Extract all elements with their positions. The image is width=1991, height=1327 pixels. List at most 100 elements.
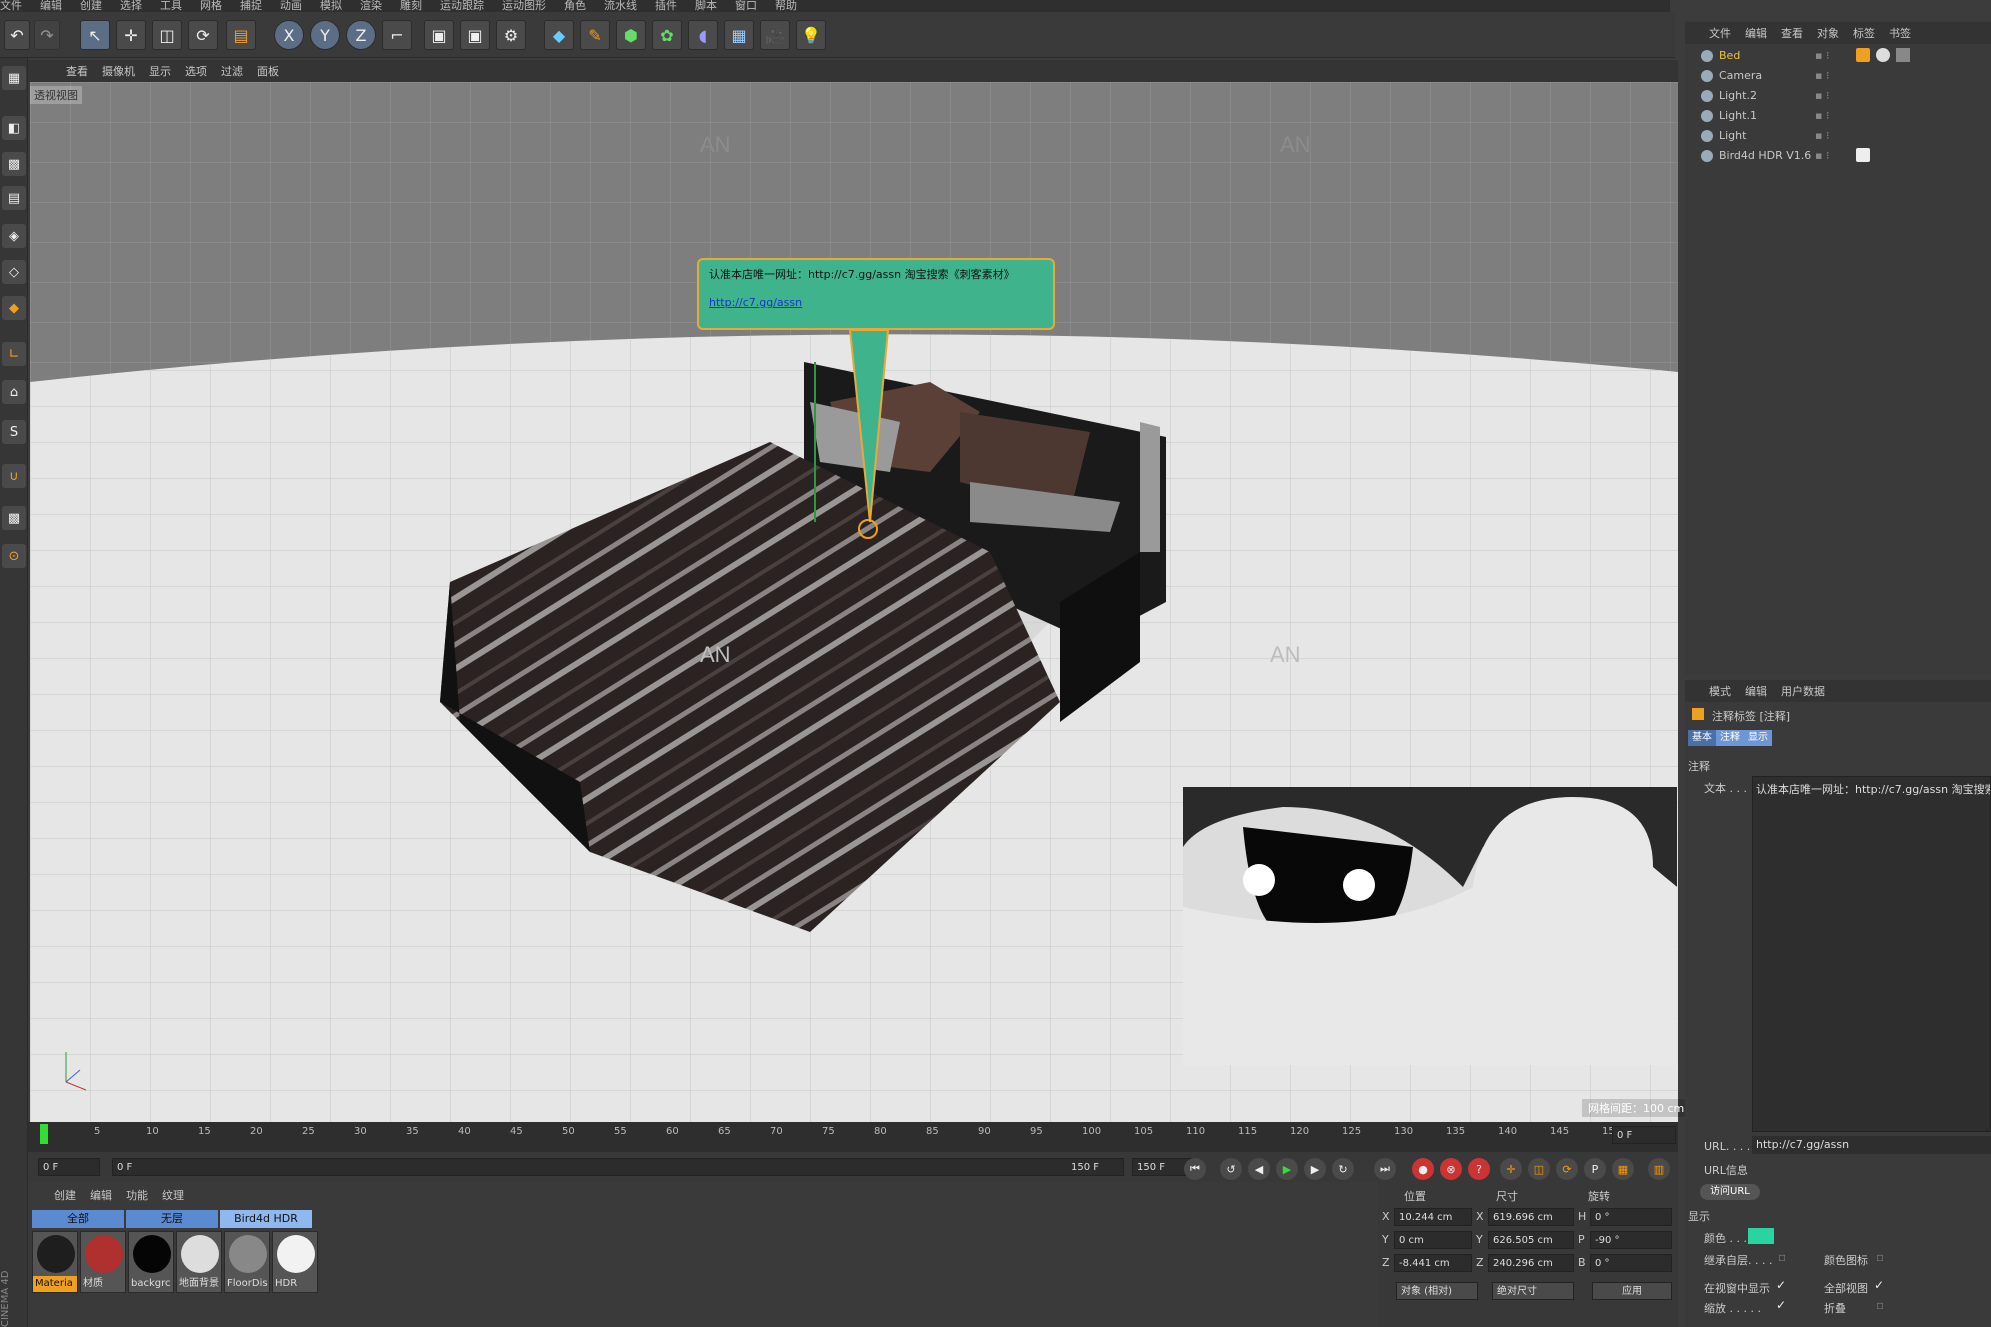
annotation-text-field[interactable]: 认准本店唯一网址：http://c7.gg/assn 淘宝搜索	[1752, 776, 1991, 1132]
key-position-icon[interactable]: ✛	[1500, 1158, 1522, 1180]
x-axis-button[interactable]: X	[274, 20, 304, 50]
object-menu-item[interactable]: 查看	[1781, 25, 1803, 41]
floor-icon[interactable]: ▦	[724, 20, 754, 50]
playhead[interactable]	[40, 1124, 48, 1144]
phong-tag-icon[interactable]	[1876, 48, 1890, 62]
position-field[interactable]: 10.244 cm	[1394, 1208, 1472, 1226]
workplane-icon[interactable]: ▤	[2, 186, 26, 210]
menu-item-1[interactable]: 编辑	[40, 0, 62, 12]
material-menu-item[interactable]: 创建	[54, 1187, 76, 1203]
recent-tool-icon[interactable]: ▤	[226, 20, 256, 50]
viewport-menu-item[interactable]: 显示	[149, 63, 171, 79]
texture-mode-icon[interactable]: ▩	[2, 152, 26, 176]
play-icon[interactable]: ▶	[1276, 1158, 1298, 1180]
autokey-icon[interactable]: ⊗	[1440, 1158, 1462, 1180]
next-frame-icon[interactable]: ▶	[1304, 1158, 1326, 1180]
visibility-flags-icon[interactable]: ▪ ⁝	[1815, 107, 1829, 125]
object-row[interactable]: Light ▪ ⁝	[1695, 127, 1991, 145]
inherit-layer-checkbox[interactable]: ▫	[1778, 1250, 1786, 1264]
visibility-flags-icon[interactable]: ▪ ⁝	[1815, 47, 1829, 65]
grid-snap-icon[interactable]: ▩	[2, 506, 26, 530]
tweak-mode-icon[interactable]: ⌂	[2, 380, 26, 404]
start-frame-field[interactable]: 0 F	[38, 1158, 100, 1176]
live-selection-icon[interactable]: ↖	[80, 20, 110, 50]
object-menu-item[interactable]: 对象	[1817, 25, 1839, 41]
z-axis-button[interactable]: Z	[346, 20, 376, 50]
size-field[interactable]: 619.696 cm	[1488, 1208, 1574, 1226]
axis-mode-icon[interactable]: ∟	[2, 342, 26, 366]
menu-item-11[interactable]: 运动跟踪	[440, 0, 484, 12]
menu-item-13[interactable]: 角色	[564, 0, 586, 12]
mat-tab-all[interactable]: 全部	[32, 1210, 124, 1228]
object-menu-item[interactable]: 文件	[1709, 25, 1731, 41]
menu-item-14[interactable]: 流水线	[604, 0, 637, 12]
visit-url-button[interactable]: 访问URL	[1700, 1184, 1760, 1200]
prev-frame-icon[interactable]: ◀	[1248, 1158, 1270, 1180]
attr-tab-display[interactable]: 显示	[1744, 730, 1772, 746]
attribute-menu-item[interactable]: 用户数据	[1781, 683, 1825, 699]
menu-item-10[interactable]: 雕刻	[400, 0, 422, 12]
render-settings-icon[interactable]: ⚙	[496, 20, 526, 50]
object-row[interactable]: Bird4d HDR V1.6 ▪ ⁝	[1695, 147, 1991, 165]
cube-icon[interactable]: ◆	[544, 20, 574, 50]
material-menu-item[interactable]: 编辑	[90, 1187, 112, 1203]
viewport-menu-item[interactable]: 查看	[66, 63, 88, 79]
current-frame-field[interactable]: 0 F	[1612, 1126, 1676, 1144]
all-views-checkbox[interactable]: ✓	[1874, 1278, 1884, 1292]
goto-end-icon[interactable]: ⏭	[1374, 1158, 1396, 1180]
edges-mode-icon[interactable]: ◇	[2, 260, 26, 284]
material-thumbnail[interactable]: 材质	[80, 1231, 126, 1293]
attribute-menu-item[interactable]: 编辑	[1745, 683, 1767, 699]
key-pla-icon[interactable]: ▦	[1612, 1158, 1634, 1180]
size-field[interactable]: 626.505 cm	[1488, 1231, 1574, 1249]
scale-icon[interactable]: ◫	[152, 20, 182, 50]
material-menu-item[interactable]: 功能	[126, 1187, 148, 1203]
menu-item-2[interactable]: 创建	[80, 0, 102, 12]
position-field[interactable]: 0 cm	[1394, 1231, 1472, 1249]
render-view-icon[interactable]: ▣	[424, 20, 454, 50]
viewport-menu-item[interactable]: 选项	[185, 63, 207, 79]
undo-icon[interactable]: ↶	[4, 20, 30, 50]
lock-workplane-icon[interactable]: ⊙	[2, 544, 26, 568]
record-icon[interactable]: ●	[1412, 1158, 1434, 1180]
object-menu-item[interactable]: 编辑	[1745, 25, 1767, 41]
next-key-icon[interactable]: ↻	[1332, 1158, 1354, 1180]
position-field[interactable]: -8.441 cm	[1394, 1254, 1472, 1272]
menu-item-18[interactable]: 帮助	[775, 0, 797, 12]
menu-item-3[interactable]: 选择	[120, 0, 142, 12]
object-row[interactable]: Light.1 ▪ ⁝	[1695, 107, 1991, 125]
model-mode-icon[interactable]: ◧	[2, 116, 26, 140]
menu-item-7[interactable]: 动画	[280, 0, 302, 12]
rotation-field[interactable]: -90 °	[1590, 1231, 1672, 1249]
camera-icon[interactable]: 🎥	[760, 20, 790, 50]
fold-checkbox[interactable]: ▫	[1876, 1298, 1884, 1312]
material-thumbnail[interactable]: HDR	[272, 1231, 318, 1293]
key-scale-icon[interactable]: ◫	[1528, 1158, 1550, 1180]
snap-icon[interactable]: ∪	[2, 464, 26, 488]
attribute-menu-item[interactable]: 模式	[1709, 683, 1731, 699]
cloner-icon[interactable]: ✿	[652, 20, 682, 50]
show-in-view-checkbox[interactable]: ✓	[1776, 1278, 1786, 1292]
object-menu-item[interactable]: 标签	[1853, 25, 1875, 41]
menu-item-5[interactable]: 网格	[200, 0, 222, 12]
timeline-mode-icon[interactable]: ▥	[1648, 1158, 1670, 1180]
rotation-field[interactable]: 0 °	[1590, 1208, 1672, 1226]
menu-item-17[interactable]: 窗口	[735, 0, 757, 12]
material-thumbnail[interactable]: FloorDis	[224, 1231, 270, 1293]
rotate-icon[interactable]: ⟳	[188, 20, 218, 50]
material-thumbnail[interactable]: Materia	[32, 1231, 78, 1293]
menu-item-9[interactable]: 渲染	[360, 0, 382, 12]
material-menu-item[interactable]: 纹理	[162, 1187, 184, 1203]
material-thumbnail[interactable]: 地面背景	[176, 1231, 222, 1293]
viewport-menu-item[interactable]: 摄像机	[102, 63, 135, 79]
apply-button[interactable]: 应用	[1592, 1282, 1672, 1300]
menu-item-4[interactable]: 工具	[160, 0, 182, 12]
points-mode-icon[interactable]: ◈	[2, 224, 26, 248]
pen-icon[interactable]: ✎	[580, 20, 610, 50]
coordinate-system-icon[interactable]: ⌐	[382, 20, 412, 50]
material-thumbnail[interactable]: backgrc	[128, 1231, 174, 1293]
object-row[interactable]: Light.2 ▪ ⁝	[1695, 87, 1991, 105]
keyframe-selection-icon[interactable]: ?	[1468, 1158, 1490, 1180]
hdr-tag-icon[interactable]	[1856, 148, 1870, 162]
redo-icon[interactable]: ↷	[34, 20, 60, 50]
